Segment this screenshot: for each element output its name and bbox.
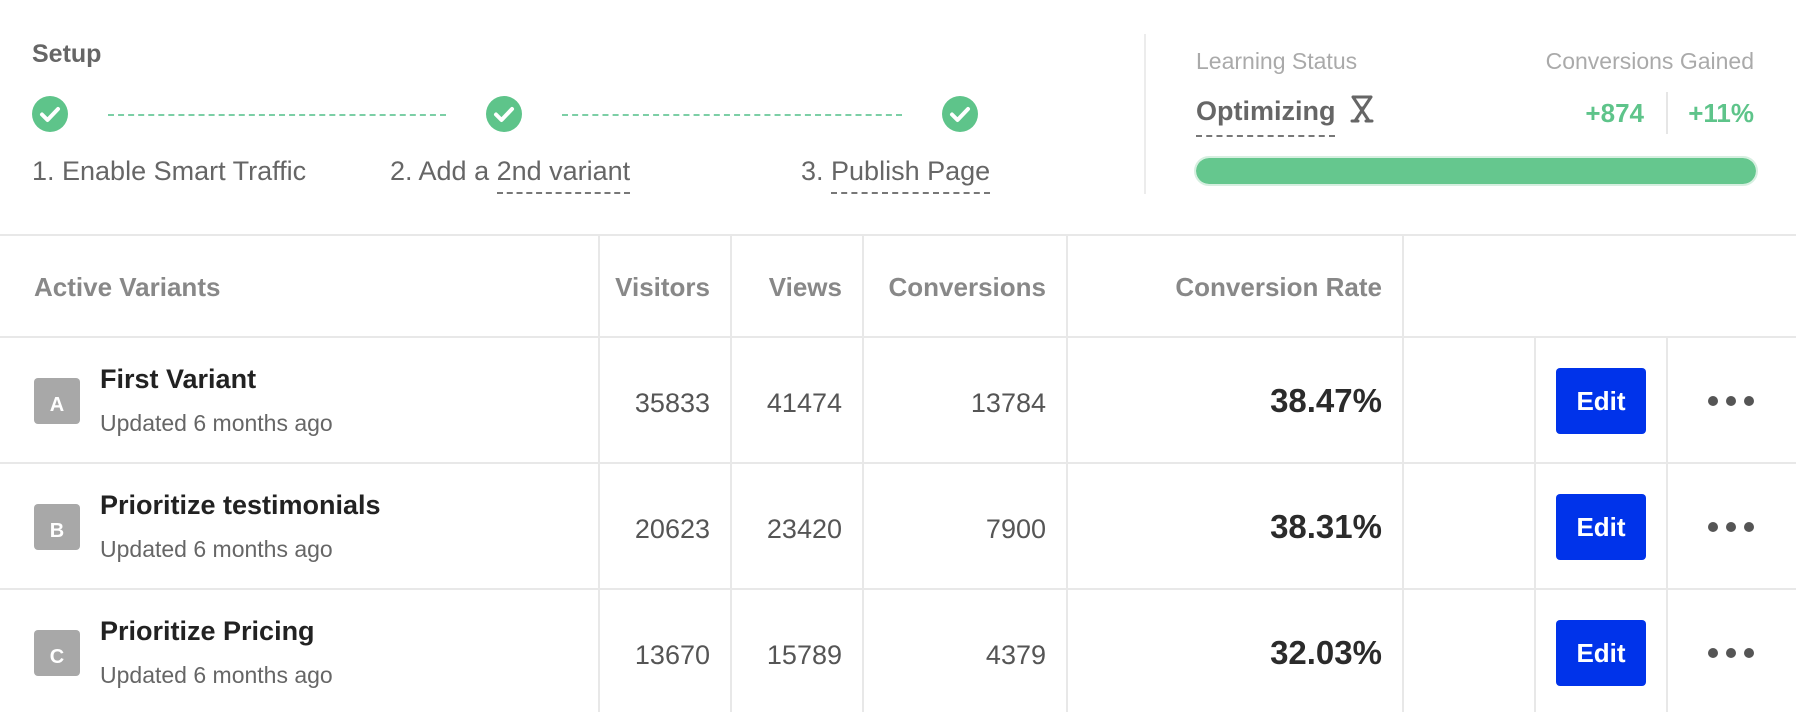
variant-updated: Updated 6 months ago bbox=[100, 410, 333, 436]
step-connector bbox=[562, 114, 902, 116]
learning-status-label: Learning Status bbox=[1196, 48, 1358, 74]
section-divider bbox=[1144, 34, 1146, 194]
conversions-value: 7900 bbox=[985, 514, 1046, 544]
step-3-label[interactable]: 3. Publish Page bbox=[801, 156, 991, 194]
conversions-value: 4379 bbox=[985, 640, 1046, 670]
header-views[interactable]: Views bbox=[769, 272, 842, 303]
edit-button[interactable]: Edit bbox=[1556, 368, 1646, 434]
step-2-label[interactable]: 2. Add a 2nd variant bbox=[390, 156, 631, 194]
step-2-check-icon bbox=[486, 96, 522, 132]
conversions-gained-label: Conversions Gained bbox=[1545, 48, 1754, 74]
header-active-variants: Active Variants bbox=[34, 272, 221, 302]
variant-updated: Updated 6 months ago bbox=[100, 536, 333, 562]
column-divider bbox=[862, 236, 864, 712]
step-1-check-icon bbox=[32, 96, 68, 132]
edit-button[interactable]: Edit bbox=[1556, 494, 1646, 560]
edit-button[interactable]: Edit bbox=[1556, 620, 1646, 686]
views-value: 15789 bbox=[766, 640, 842, 670]
more-options-icon[interactable] bbox=[1706, 645, 1756, 661]
step-1-text: 1. Enable Smart Traffic bbox=[32, 156, 307, 186]
publish-page-link[interactable]: Publish Page bbox=[831, 156, 991, 194]
step-2-text: 2. Add a bbox=[390, 156, 497, 186]
step-3-check-icon bbox=[942, 96, 978, 132]
step-connector bbox=[108, 114, 446, 116]
column-divider bbox=[598, 236, 600, 712]
column-divider bbox=[1402, 236, 1404, 712]
variant-badge: B bbox=[34, 504, 80, 550]
table-row bbox=[0, 464, 1796, 590]
variant-badge: A bbox=[34, 378, 80, 424]
table-row bbox=[0, 590, 1796, 712]
views-value: 23420 bbox=[766, 514, 842, 544]
conversion-rate-value: 38.31% bbox=[1270, 508, 1382, 545]
header-conversions[interactable]: Conversions bbox=[889, 272, 1047, 303]
step-1-label: 1. Enable Smart Traffic bbox=[32, 156, 306, 187]
step-3-text: 3. bbox=[801, 156, 832, 186]
variant-badge: C bbox=[34, 630, 80, 676]
column-divider bbox=[1066, 236, 1068, 712]
column-divider bbox=[730, 236, 732, 712]
learning-progress-fill bbox=[1196, 158, 1756, 184]
conversions-gained-percent: +11% bbox=[1688, 98, 1754, 128]
column-divider bbox=[1666, 338, 1668, 712]
column-divider bbox=[1534, 338, 1536, 712]
header-conversion-rate[interactable]: Conversion Rate bbox=[1175, 272, 1382, 303]
conversions-separator bbox=[1666, 92, 1668, 134]
variant-name[interactable]: Prioritize testimonials bbox=[100, 490, 381, 521]
table-row bbox=[0, 338, 1796, 464]
visitors-value: 35833 bbox=[634, 388, 710, 418]
variant-updated: Updated 6 months ago bbox=[100, 662, 333, 688]
variant-name[interactable]: Prioritize Pricing bbox=[100, 616, 315, 647]
learning-status-value[interactable]: Optimizing bbox=[1196, 96, 1336, 137]
header-visitors[interactable]: Visitors bbox=[615, 272, 710, 303]
add-variant-link[interactable]: 2nd variant bbox=[496, 156, 631, 194]
setup-title: Setup bbox=[32, 40, 102, 68]
more-options-icon[interactable] bbox=[1706, 393, 1756, 409]
views-value: 41474 bbox=[766, 388, 842, 418]
visitors-value: 13670 bbox=[634, 640, 710, 670]
visitors-value: 20623 bbox=[634, 514, 710, 544]
optimizing-icon bbox=[1349, 95, 1375, 125]
conversion-rate-value: 38.47% bbox=[1270, 382, 1382, 419]
conversion-rate-value: 32.03% bbox=[1270, 634, 1382, 671]
learning-progress-bar bbox=[1194, 156, 1758, 186]
setup-panel: Setup 1. Enable Smart Traffic 2. Add a 2… bbox=[0, 0, 1796, 236]
more-options-icon[interactable] bbox=[1706, 519, 1756, 535]
conversions-gained-count: +874 bbox=[1585, 98, 1644, 128]
conversions-value: 13784 bbox=[970, 388, 1046, 418]
variant-name[interactable]: First Variant bbox=[100, 364, 256, 395]
